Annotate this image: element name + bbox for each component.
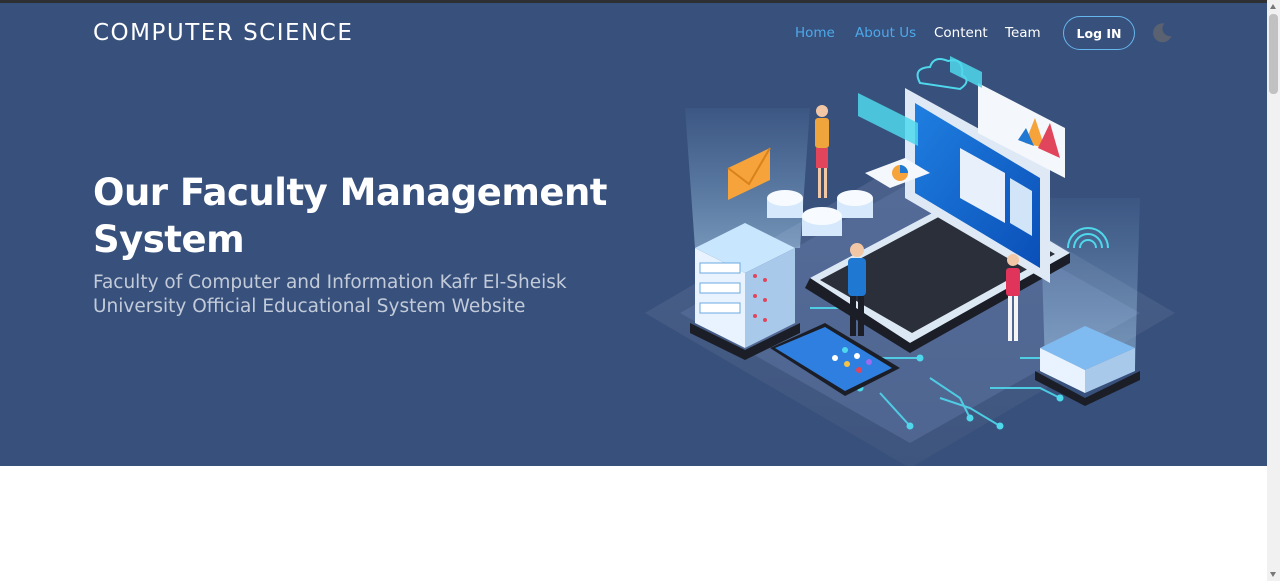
hero-illustration xyxy=(640,48,1180,466)
login-button[interactable]: Log IN xyxy=(1063,16,1135,50)
hero-headline: Our Faculty Management System xyxy=(93,171,608,261)
content-section xyxy=(0,466,1267,581)
scroll-thumb[interactable] xyxy=(1269,14,1278,94)
page-scrollbar[interactable] xyxy=(1267,0,1280,581)
nav-item-home[interactable]: Home xyxy=(795,25,835,41)
nav-item-team[interactable]: Team xyxy=(1005,25,1041,41)
server-rack-left xyxy=(690,223,800,360)
site-brand[interactable]: COMPUTER SCIENCE xyxy=(93,20,353,46)
nav-item-about-us[interactable]: About Us xyxy=(855,25,916,41)
nav-item-content[interactable]: Content xyxy=(934,25,988,41)
person-standing-top xyxy=(815,105,829,198)
moon-icon[interactable] xyxy=(1150,21,1174,45)
hero-subtitle: Faculty of Computer and Information Kafr… xyxy=(93,272,567,317)
scroll-down-icon[interactable] xyxy=(1270,572,1276,577)
hero-section: COMPUTER SCIENCE Home About Us Content T… xyxy=(0,3,1267,466)
scroll-up-icon[interactable] xyxy=(1270,4,1276,9)
